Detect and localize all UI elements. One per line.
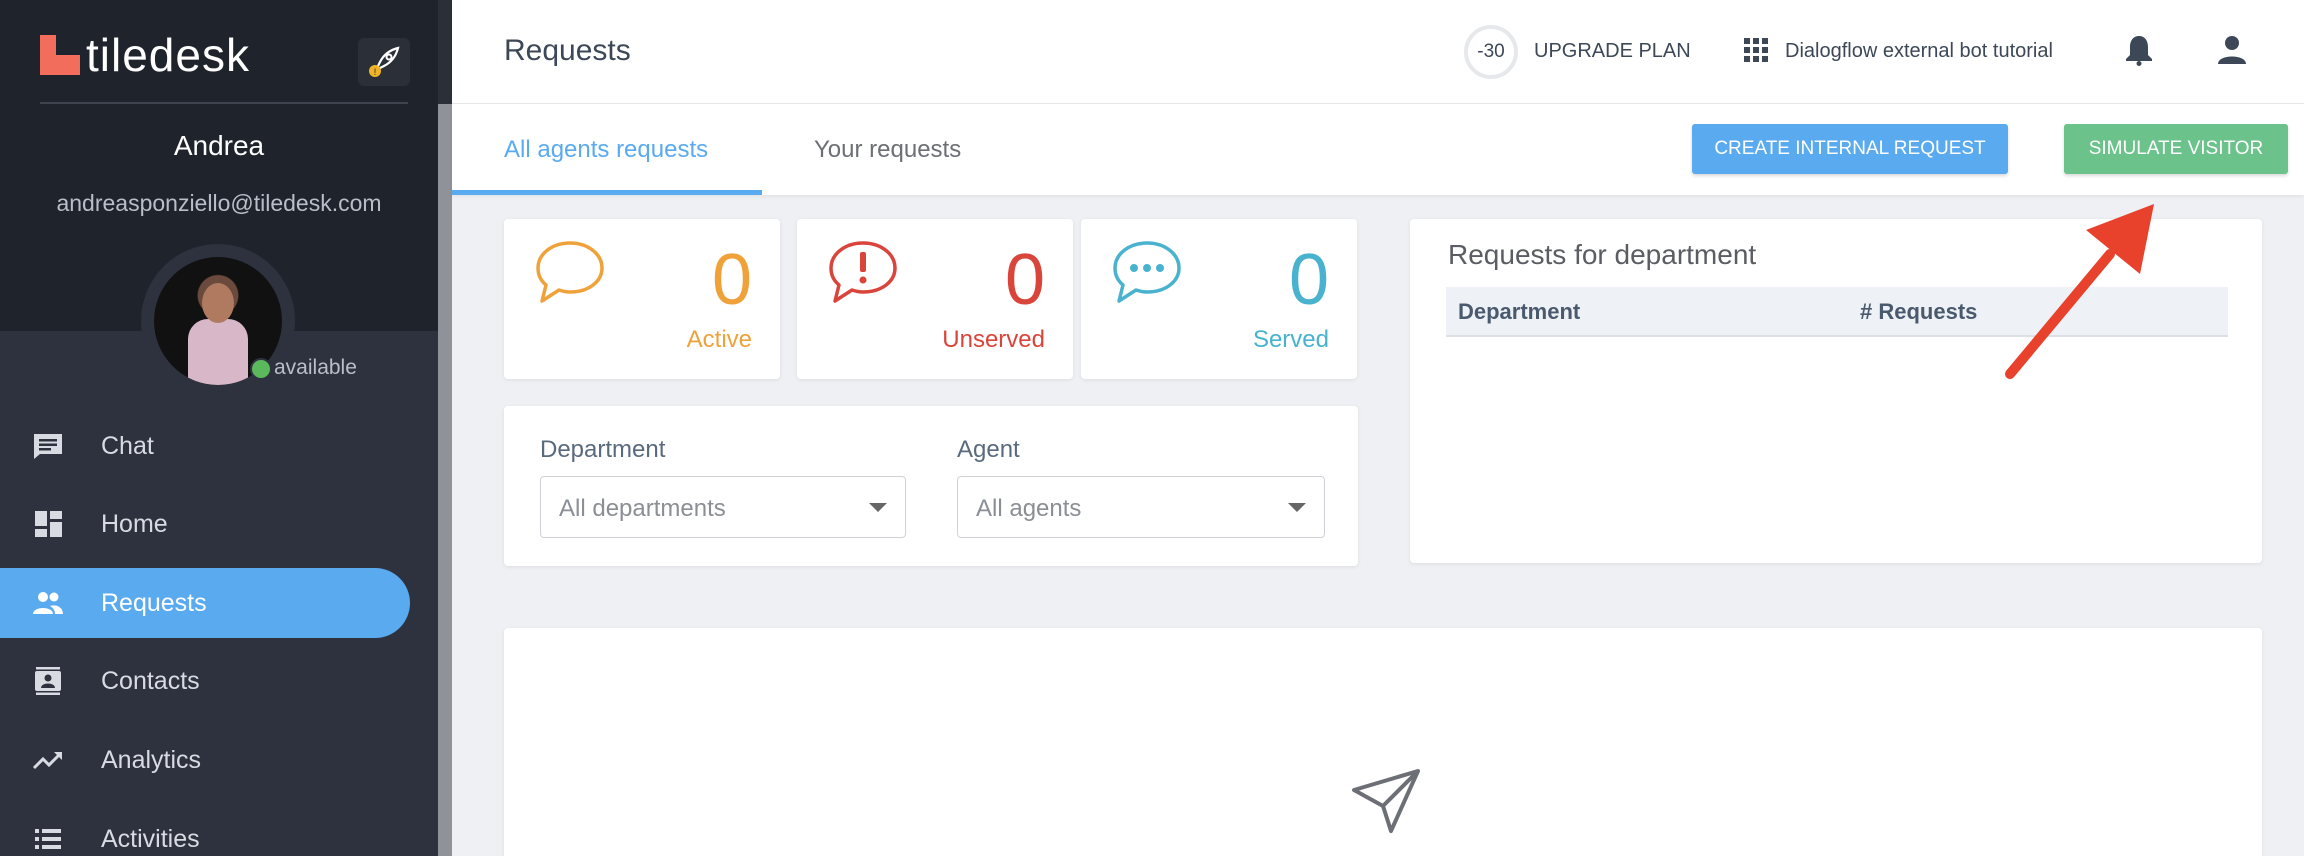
alert-bubble-icon	[829, 241, 897, 303]
account-icon[interactable]	[2216, 34, 2248, 66]
served-label: Served	[1252, 326, 1329, 353]
apps-grid-icon[interactable]	[1744, 38, 1768, 62]
sidebar-divider	[40, 102, 408, 104]
sidebar-item-contacts[interactable]: Contacts	[0, 646, 410, 716]
chat-bubble-icon	[536, 241, 604, 303]
annotation-arrow-icon	[2005, 204, 2154, 379]
user-status[interactable]: available	[274, 356, 357, 380]
unserved-label: Unserved	[942, 326, 1045, 353]
column-department[interactable]: Department	[1458, 299, 1580, 325]
sidebar-item-activities[interactable]: Activities	[0, 804, 410, 856]
active-tab-indicator	[452, 190, 762, 195]
sidebar-item-requests[interactable]: Requests	[0, 568, 410, 638]
page-title: Requests	[504, 34, 631, 67]
contacts-icon	[35, 667, 61, 695]
served-count: 0	[1288, 240, 1329, 320]
sidebar-item-label: Chat	[101, 431, 154, 460]
department-filter-label: Department	[540, 436, 666, 463]
sidebar-item-analytics[interactable]: Analytics	[0, 725, 410, 795]
stat-card-unserved: 0 Unserved	[797, 219, 1073, 379]
department-select-value: All departments	[559, 495, 726, 522]
agent-select-value: All agents	[976, 495, 1082, 522]
active-count: 0	[711, 240, 752, 320]
stat-card-served: 0 Served	[1081, 219, 1357, 379]
department-select[interactable]: All departments	[540, 476, 906, 538]
sidebar-item-label: Analytics	[101, 745, 202, 774]
chevron-down-icon	[869, 503, 887, 512]
agent-filter-label: Agent	[957, 436, 1020, 463]
trial-days-badge[interactable]: -30	[1464, 25, 1518, 79]
dashboard-icon	[35, 511, 62, 537]
tiledesk-logo[interactable]: tiledesk	[40, 29, 250, 81]
tiledesk-logo-mark	[40, 35, 80, 75]
tab-your-requests[interactable]: Your requests	[814, 136, 961, 164]
upgrade-plan-link[interactable]: UPGRADE PLAN	[1534, 40, 1691, 63]
trending-icon	[32, 751, 63, 770]
svg-text:!: !	[374, 67, 377, 77]
sidebar: tiledesk ! Andrea andreasponziello@tiled…	[0, 0, 452, 856]
create-internal-request-button[interactable]: CREATE INTERNAL REQUEST	[1692, 124, 2008, 174]
simulate-visitor-button[interactable]: SIMULATE VISITOR	[2064, 124, 2288, 174]
column-requests[interactable]: # Requests	[1860, 299, 1977, 325]
unserved-count: 0	[1004, 240, 1045, 320]
logo-text: tiledesk	[86, 29, 250, 81]
dots-bubble-icon	[1113, 241, 1181, 303]
rocket-icon[interactable]: !	[358, 38, 410, 86]
stat-card-active: 0 Active	[504, 219, 780, 379]
filters-card: Department All departments Agent All age…	[504, 406, 1358, 566]
requests-tabs-bar: All agents requests Your requests CREATE…	[452, 104, 2304, 195]
department-card-title: Requests for department	[1448, 239, 1757, 270]
tab-all-agents-requests[interactable]: All agents requests	[504, 136, 708, 164]
agent-select[interactable]: All agents	[957, 476, 1325, 538]
sidebar-item-label: Requests	[101, 588, 207, 617]
top-header: Requests -30 UPGRADE PLAN Dialogflow ext…	[452, 0, 2304, 104]
chevron-down-icon	[1288, 503, 1306, 512]
status-indicator	[250, 358, 272, 380]
sidebar-scrollbar-thumb[interactable]	[438, 104, 452, 856]
user-email: andreasponziello@tiledesk.com	[56, 190, 382, 216]
sidebar-item-label: Home	[101, 509, 168, 538]
sidebar-item-chat[interactable]: Chat	[0, 411, 410, 481]
requests-list-card	[504, 628, 2262, 856]
bell-icon[interactable]	[2124, 34, 2154, 66]
sidebar-item-label: Activities	[101, 824, 200, 853]
sidebar-item-label: Contacts	[101, 666, 200, 695]
people-icon	[33, 592, 63, 614]
paper-plane-icon	[1352, 769, 1420, 833]
sidebar-item-home[interactable]: Home	[0, 489, 410, 559]
project-name[interactable]: Dialogflow external bot tutorial	[1785, 40, 2053, 63]
active-label: Active	[686, 326, 752, 353]
list-icon	[35, 829, 61, 849]
chat-icon	[34, 434, 62, 459]
user-name: Andrea	[173, 130, 265, 161]
